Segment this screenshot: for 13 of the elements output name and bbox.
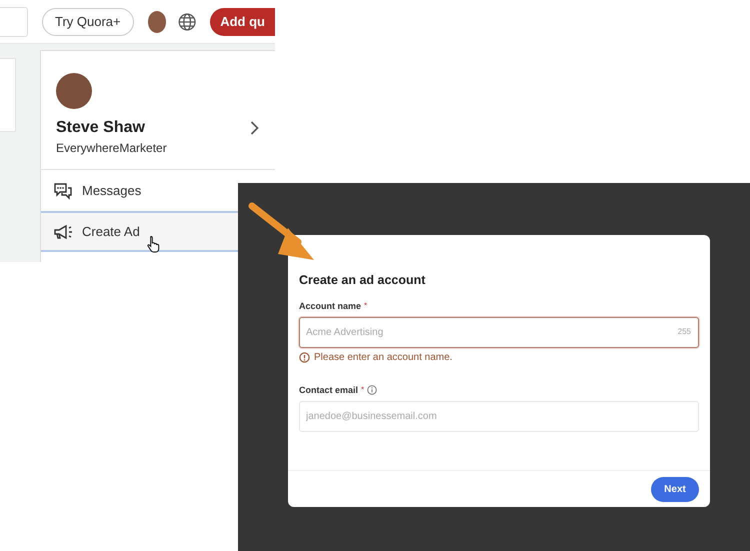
profile-username: EverywhereMarketer [55,140,168,155]
error-message: Please enter an account name. [314,352,452,363]
try-button[interactable]: Try Quora+ [42,8,134,36]
menu-item[interactable]: Messages [41,170,275,211]
character-counter: 255 [678,327,691,336]
field-label: Account name [299,301,362,311]
modal-title: Create an ad account [299,273,426,287]
profile-name[interactable]: Steve Shaw [56,119,145,137]
required-mark: * [364,301,368,310]
field-label: Contact email [299,385,358,395]
add-question-button[interactable]: Add qu [210,8,275,36]
required-mark: * [361,385,364,394]
next-button[interactable]: Next [651,476,699,502]
